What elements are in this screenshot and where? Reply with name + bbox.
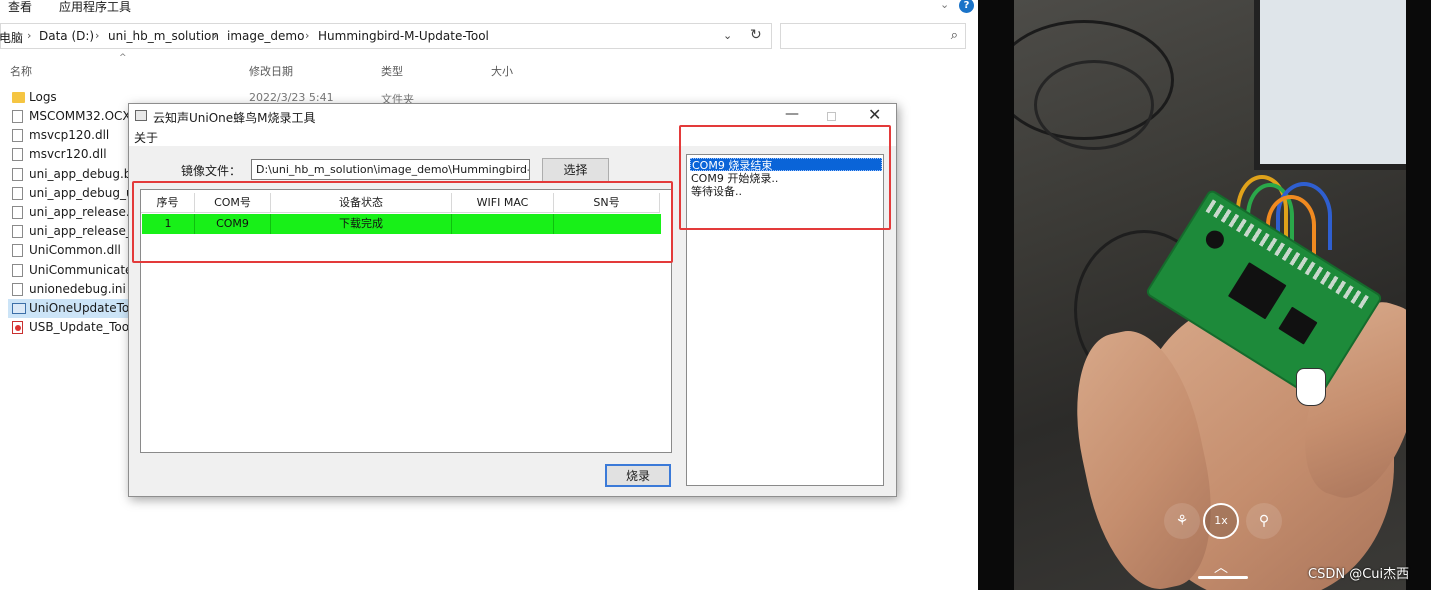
column-header-date[interactable]: 修改日期	[249, 63, 293, 79]
file-name: MSCOMM32.OCX	[29, 109, 131, 123]
column-header-name[interactable]: 名称	[10, 63, 32, 79]
sort-ascending-icon: ^	[119, 53, 127, 63]
image-file-path-input[interactable]: D:\uni_hb_m_solution\image_demo\Hummingb…	[251, 159, 530, 180]
minimize-icon[interactable]: —	[785, 106, 799, 122]
file-name: uni_app_debug.bin	[29, 167, 133, 181]
file-icon	[12, 168, 23, 181]
window-title: 云知声UniOne蜂鸟M烧录工具	[153, 111, 316, 125]
file-name: UniOneUpdateTool	[29, 301, 133, 315]
chip-image	[1278, 306, 1318, 345]
annotation-box-log	[679, 125, 891, 230]
file-row[interactable]: msvcr120.dll	[8, 145, 133, 164]
file-row[interactable]: UniCommon.dll	[8, 241, 133, 260]
file-name: msvcp120.dll	[29, 128, 110, 142]
file-name: UniCommon.dll	[29, 243, 121, 257]
home-indicator	[1198, 576, 1248, 579]
column-header-type[interactable]: 类型	[381, 63, 403, 79]
chevron-right-icon: ›	[213, 29, 218, 42]
ini-file-icon	[12, 283, 23, 296]
file-row[interactable]: msvcp120.dll	[8, 126, 133, 145]
file-name: uni_app_release.bin	[29, 205, 133, 219]
ribbon-tab-view[interactable]: 查看	[8, 0, 32, 15]
file-name: unionedebug.ini	[29, 282, 126, 296]
mic-image	[1202, 227, 1228, 252]
zoom-button[interactable]: 1x	[1203, 503, 1239, 539]
chevron-right-icon: ›	[95, 29, 100, 42]
file-name: msvcr120.dll	[29, 147, 107, 161]
app-window-icon	[135, 110, 147, 121]
column-header-size[interactable]: 大小	[491, 63, 513, 79]
address-bar[interactable]: 电脑 › Data (D:) › uni_hb_m_solution › ima…	[0, 23, 772, 49]
image-file-label: 镜像文件：	[181, 164, 242, 178]
file-name: uni_app_debug_up	[29, 186, 133, 200]
file-row[interactable]: uni_app_debug.bin	[8, 165, 133, 184]
breadcrumb-item[interactable]: image_demo	[227, 29, 304, 43]
address-dropdown-icon[interactable]: ⌄	[723, 29, 732, 42]
file-row-selected[interactable]: UniOneUpdateTool	[8, 299, 133, 318]
burn-button[interactable]: 烧录	[605, 464, 671, 487]
file-row[interactable]: uni_app_release_up	[8, 222, 133, 241]
cable-image	[1034, 60, 1154, 150]
tree-single-icon[interactable]: ⚲	[1246, 503, 1282, 539]
dll-file-icon	[12, 148, 23, 161]
file-icon	[12, 225, 23, 238]
ribbon-tabs: 查看 应用程序工具 ⌄ ?	[0, 0, 978, 14]
menu-item-about[interactable]: 关于	[134, 129, 158, 146]
ribbon-collapse-icon[interactable]: ⌄	[940, 0, 949, 11]
app-icon	[12, 303, 26, 314]
file-name: uni_app_release_up	[29, 224, 133, 238]
pdf-file-icon	[12, 321, 23, 334]
chip-image	[1227, 262, 1287, 320]
file-row-logs[interactable]: Logs	[8, 88, 133, 107]
hand-pointer-icon	[1296, 368, 1326, 406]
file-row[interactable]: unionedebug.ini	[8, 280, 133, 299]
video-frame	[1014, 0, 1406, 590]
monitor-image	[1254, 0, 1406, 170]
breadcrumb-root[interactable]: 电脑	[0, 29, 23, 46]
ribbon-tab-app-tools[interactable]: 应用程序工具	[59, 0, 131, 15]
annotation-box-table	[132, 181, 673, 263]
file-row[interactable]: uni_app_release.bin	[8, 203, 133, 222]
chevron-right-icon: ›	[27, 29, 32, 42]
dll-file-icon	[12, 129, 23, 142]
search-input[interactable]: ⌕	[780, 23, 966, 49]
watermark: CSDN @Cui杰西	[1308, 567, 1410, 582]
breadcrumb-item[interactable]: uni_hb_m_solution	[108, 29, 219, 43]
file-name: USB_Update_Tool_	[29, 320, 133, 334]
file-row[interactable]: MSCOMM32.OCX	[8, 107, 133, 126]
select-button[interactable]: 选择	[542, 158, 609, 182]
trees-dense-icon[interactable]: ⚘	[1164, 503, 1200, 539]
video-panel: ⚘ 1x ⚲ ︿ CSDN @Cui杰西	[978, 0, 1431, 590]
file-name: UniCommunicateSv	[29, 263, 133, 277]
file-icon	[12, 187, 23, 200]
chevron-up-icon[interactable]: ︿	[1214, 557, 1228, 577]
file-row[interactable]: uni_app_debug_up	[8, 184, 133, 203]
help-icon[interactable]: ?	[959, 0, 974, 13]
file-row[interactable]: USB_Update_Tool_	[8, 318, 133, 337]
file-icon	[12, 206, 23, 219]
file-name: Logs	[29, 90, 57, 104]
file-row[interactable]: UniCommunicateSv	[8, 261, 133, 280]
breadcrumb-item[interactable]: Data (D:)	[39, 29, 94, 43]
folder-icon	[12, 92, 25, 103]
search-icon: ⌕	[950, 28, 958, 43]
dll-file-icon	[12, 244, 23, 257]
file-icon	[12, 110, 23, 123]
refresh-icon[interactable]: ↻	[750, 27, 762, 43]
maximize-icon[interactable]	[827, 112, 836, 121]
dll-file-icon	[12, 264, 23, 277]
chevron-right-icon: ›	[305, 29, 310, 42]
breadcrumb-item[interactable]: Hummingbird-M-Update-Tool	[318, 29, 489, 43]
close-icon[interactable]: ✕	[868, 105, 881, 124]
